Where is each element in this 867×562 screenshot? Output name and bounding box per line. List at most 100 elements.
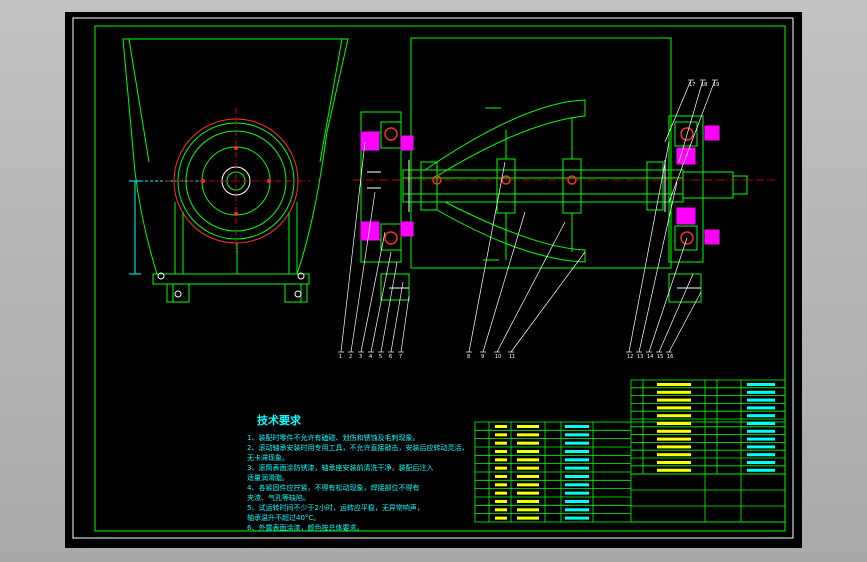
table-cell-mark <box>657 383 691 386</box>
table-cell-mark <box>517 474 539 478</box>
technical-requirement-line: 5、试运转时间不少于2小时，运转应平稳，无异常响声， <box>247 503 424 512</box>
leader-line <box>380 261 398 353</box>
leader-number: 17 <box>689 82 695 88</box>
leader-line <box>468 161 506 353</box>
table-cell-mark <box>495 466 507 470</box>
leader-number: 2 <box>349 354 352 360</box>
table-cell-mark <box>657 429 691 433</box>
leader-line <box>664 79 692 143</box>
side-view-marks <box>157 108 310 298</box>
sheet-outer-frame <box>72 17 794 539</box>
table-cell-mark <box>495 474 507 478</box>
technical-requirement-line: 2、滚动轴承安装时用专用工具，不允许直接敲击，安装后应转动灵活， <box>247 443 468 452</box>
table-cell-mark <box>565 458 589 462</box>
table-cell-mark <box>657 445 691 449</box>
leader-lines <box>338 79 718 353</box>
table-cell-mark <box>747 422 775 425</box>
table-cell-mark <box>657 398 691 402</box>
table-cell-mark <box>657 468 691 472</box>
table-cell-mark <box>747 429 775 433</box>
table-cell-mark <box>517 433 539 437</box>
table-cell-mark <box>495 433 507 437</box>
leader-number: 18 <box>701 82 707 88</box>
leader-number: 8 <box>467 354 470 360</box>
table-cell-mark <box>565 491 589 495</box>
table-cell-mark <box>517 491 539 495</box>
leader-line <box>390 281 404 353</box>
table-cell-mark <box>565 516 589 520</box>
table-cell-mark <box>657 414 691 418</box>
leader-number: 7 <box>399 354 402 360</box>
table-cell-mark <box>495 499 507 503</box>
table-cell-mark <box>565 441 589 445</box>
table-cell-mark <box>517 425 539 428</box>
table-cell-mark <box>565 483 589 487</box>
technical-requirement-line: 无卡滞现象。 <box>247 453 289 462</box>
table-cell-mark <box>565 508 589 512</box>
table-cell-mark <box>495 449 507 453</box>
leader-number: 5 <box>379 354 382 360</box>
table-cell-mark <box>747 468 775 472</box>
leader-number: 9 <box>481 354 484 360</box>
table-cell-mark <box>747 445 775 449</box>
leader-number: 19 <box>713 82 719 88</box>
table-cell-mark <box>495 441 507 445</box>
table-cell-mark <box>495 483 507 487</box>
table-cell-mark <box>657 406 691 410</box>
leader-number: 16 <box>667 354 673 360</box>
table-cell-mark <box>565 449 589 453</box>
technical-requirement-line: 适量润滑脂。 <box>247 473 289 482</box>
leader-number: 1 <box>339 354 342 360</box>
table-cell-mark <box>517 458 539 462</box>
leader-number: 14 <box>647 354 653 360</box>
table-cell-mark <box>495 458 507 462</box>
side-view <box>122 38 349 303</box>
leader-line <box>628 141 670 353</box>
table-cell-mark <box>495 491 507 495</box>
table-cell-mark <box>657 461 691 464</box>
table-cell-mark <box>657 437 691 441</box>
technical-requirement-line: 1、装配时零件不允许有磕碰、划伤和锈蚀及毛刺现象。 <box>247 433 419 442</box>
table-cell-mark <box>565 433 589 437</box>
technical-requirement-line: 4、各紧固件应拧紧，不得有松动现象，焊接部位不得有 <box>247 483 419 492</box>
table-cell-mark <box>565 425 589 428</box>
assembly-drawing: 1 2 3 4 5 6 7 8 9 10 11 12 13 14 15 1617 18 19 技术要求 1、装配时… <box>72 17 794 539</box>
table-cell-mark <box>517 508 539 512</box>
leader-number: 10 <box>495 354 501 360</box>
leader-line <box>510 251 586 353</box>
leader-line <box>482 211 526 353</box>
table-cell-mark <box>565 466 589 470</box>
table-cell-mark <box>565 499 589 503</box>
leader-number: 4 <box>369 354 372 360</box>
table-cell-mark <box>657 422 691 425</box>
drawing-canvas: 1 2 3 4 5 6 7 8 9 10 11 12 13 14 15 16 17 18 19 技术要求 1、装配时… <box>65 12 802 548</box>
technical-requirements-lines: 1、装配时零件不允许有磕碰、划伤和锈蚀及毛刺现象。2、滚动轴承安装时用专用工具，… <box>247 433 468 532</box>
technical-requirement-line: 6、外露表面涂漆，颜色按总体要求。 <box>247 523 363 532</box>
table-cell-mark <box>517 483 539 487</box>
table-cell-mark <box>517 466 539 470</box>
table-cell-mark <box>747 461 775 464</box>
table-cell-mark <box>495 425 507 428</box>
section-white-details <box>367 160 701 289</box>
leader-number: 13 <box>637 354 643 360</box>
leader-line <box>658 273 694 353</box>
leader-line <box>648 237 688 353</box>
title-block <box>630 473 786 523</box>
table-cell-mark <box>657 453 691 457</box>
table-cell-mark <box>747 398 775 402</box>
table-cell-mark <box>495 516 507 520</box>
table-cell-mark <box>747 390 775 394</box>
table-cell-mark <box>747 414 775 418</box>
leader-number: 6 <box>389 354 392 360</box>
technical-requirement-line: 3、滚筒表面涂防锈漆，轴承座安装前清洗干净，装配后注入 <box>247 463 433 472</box>
technical-requirement-line: 轴承温升不超过40°C。 <box>247 513 320 522</box>
table-cell-mark <box>495 508 507 512</box>
parts-list-table <box>474 421 786 523</box>
leader-number: 3 <box>359 354 362 360</box>
upper-parts-table <box>630 379 786 475</box>
leader-line <box>668 291 702 353</box>
section-view <box>360 37 748 303</box>
table-cell-mark <box>517 499 539 503</box>
table-cell-mark <box>747 406 775 410</box>
cad-viewport: 1 2 3 4 5 6 7 8 9 10 11 12 13 14 15 16 17 18 19 技术要求 1、装配时… <box>0 0 867 562</box>
